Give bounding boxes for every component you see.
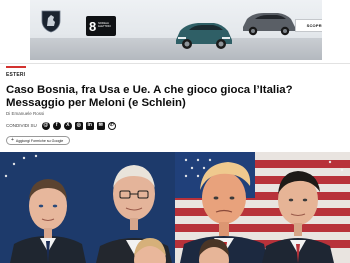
section-accent-bar — [6, 66, 26, 68]
plus-icon: + — [11, 137, 14, 143]
peugeot-logo — [41, 10, 61, 33]
share-label: CONDIVIDI SU — [6, 123, 37, 128]
advertisement-banner[interactable]: 8 Modelli elettrici SCOPRI DI PIÙ — [30, 0, 322, 60]
header-separator — [0, 63, 350, 64]
hero-artwork — [0, 152, 350, 263]
car-teal-image — [176, 23, 232, 49]
ad-badge-number: 8 — [89, 18, 97, 34]
whatsapp-icon[interactable]: ✆ — [107, 121, 116, 130]
x-icon[interactable]: X — [63, 121, 72, 130]
instagram-icon[interactable]: ◎ — [74, 121, 83, 130]
section-link[interactable]: ESTERI — [6, 72, 25, 78]
email-icon[interactable]: ✉ — [96, 121, 105, 130]
facebook-icon[interactable]: f — [52, 121, 61, 130]
article-hero-illustration — [0, 152, 350, 263]
car-grey-image — [243, 13, 295, 36]
article-author[interactable]: Di Emanuele Rossi — [6, 111, 44, 116]
google-preferred-source-button[interactable]: + Aggiungi Formiche su Google — [6, 136, 71, 145]
linkedin-icon[interactable]: in — [85, 121, 94, 130]
article-headline: Caso Bosnia, fra Usa e Ue. A che gioco g… — [6, 84, 293, 109]
ad-cta-button[interactable]: SCOPRI DI PIÙ — [295, 19, 322, 32]
share-bar: CONDIVIDI SU @ f X ◎ in ✉ ✆ — [6, 121, 116, 130]
google-preferred-label: Aggiungi Formiche su Google — [15, 138, 64, 143]
ad-badge: 8 Modelli elettrici — [86, 16, 116, 36]
threads-icon[interactable]: @ — [41, 121, 50, 130]
ad-badge-text: Modelli elettrici — [98, 22, 112, 28]
